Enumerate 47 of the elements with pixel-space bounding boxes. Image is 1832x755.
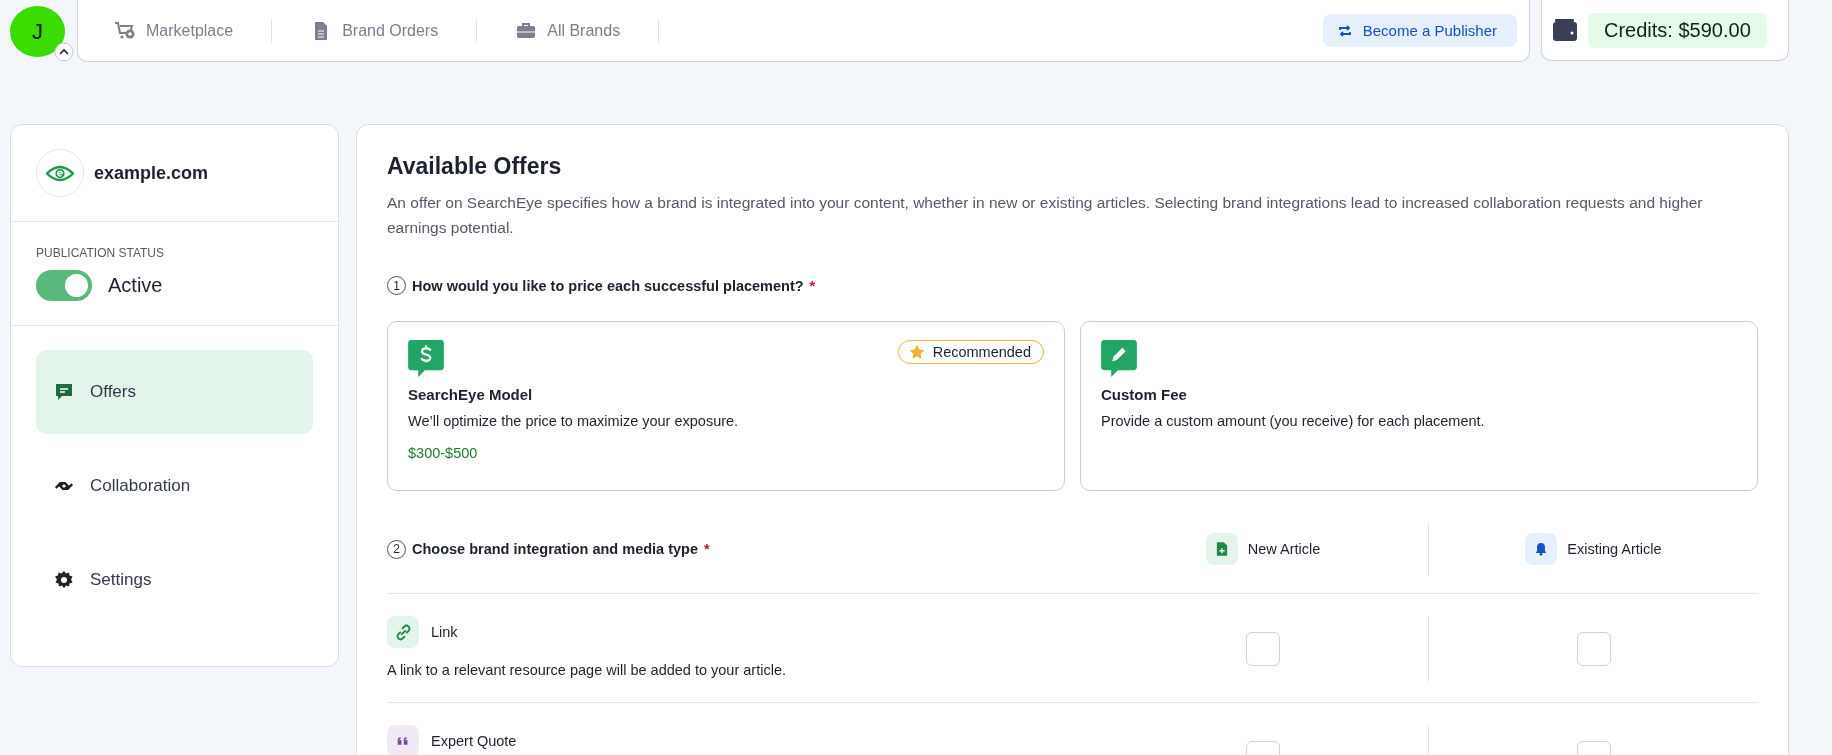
column-header: Existing Article [1567,541,1662,557]
document-plus-icon [1205,533,1238,565]
cart-icon [114,20,136,41]
chevron-up-icon[interactable] [54,42,74,62]
checkbox[interactable] [1576,632,1611,666]
dollar-chat-icon [408,340,444,378]
question-text: How would you like to price each successful placement? [412,277,804,294]
required-mark: * [704,541,710,557]
pencil-chat-icon [1101,340,1137,378]
user-avatar[interactable]: J [10,6,65,57]
sidebar-item[interactable]: Collaboration [36,444,313,528]
option-title: Custom Fee [1101,386,1188,403]
integration-description: A link to a relevant resource page will be added to your article. [387,662,787,678]
nav-link[interactable]: Marketplace [114,20,272,41]
credits-balance: Credits: $590.00 [1588,12,1767,48]
pricing-option-card[interactable]: Custom Fee Provide a custom amount (you receive) for each placement. [1080,321,1758,491]
column-header: New Article [1247,541,1321,557]
settings-icon [54,570,74,590]
sidebar-item[interactable]: Settings [36,538,313,622]
site-name: example.com [94,162,209,184]
page-title: Available Offers [387,153,563,180]
option-description: Provide a custom amount (you receive) for each placement. [1101,413,1486,429]
price-range: $300-$500 [408,445,479,461]
briefcase-icon [515,20,538,41]
become-publisher-button[interactable]: Become a Publisher [1322,14,1517,47]
option-description: We’ll optimize the price to maximize your exposure. [408,413,740,429]
pricing-option-card[interactable]: Recommended SearchEye Model We’ll optimize the price to maximize your exposure. $300-$500 [387,321,1065,491]
integration-name: Expert Quote [431,733,517,749]
swap-arrows-icon [1336,22,1353,39]
nav-link[interactable]: Brand Orders [310,20,477,41]
wallet-icon [1552,18,1578,42]
star-icon [908,344,925,360]
status-text: Active [108,274,163,297]
option-title: SearchEye Model [408,386,534,403]
quote-icon [387,725,419,755]
nav-link[interactable]: All Brands [515,20,659,41]
chat-icon [54,382,74,402]
status-toggle[interactable] [36,270,92,301]
status-label: PUBLICATION STATUS [36,246,165,260]
link-icon [387,616,419,648]
integration-name: Link [431,624,458,640]
offers-description: An offer on SearchEye specifies how a brand is integrated into your content, whether in new or existing articles. Selecting brand integrations lead to increased collaboration requests and higher earnings potential. [387,193,1704,238]
question-text: Choose brand integration and media type [412,541,698,557]
sidebar-item[interactable]: Offers [36,350,313,434]
bell-icon [1525,533,1558,565]
checkbox[interactable] [1246,632,1280,666]
required-mark: * [809,277,816,294]
